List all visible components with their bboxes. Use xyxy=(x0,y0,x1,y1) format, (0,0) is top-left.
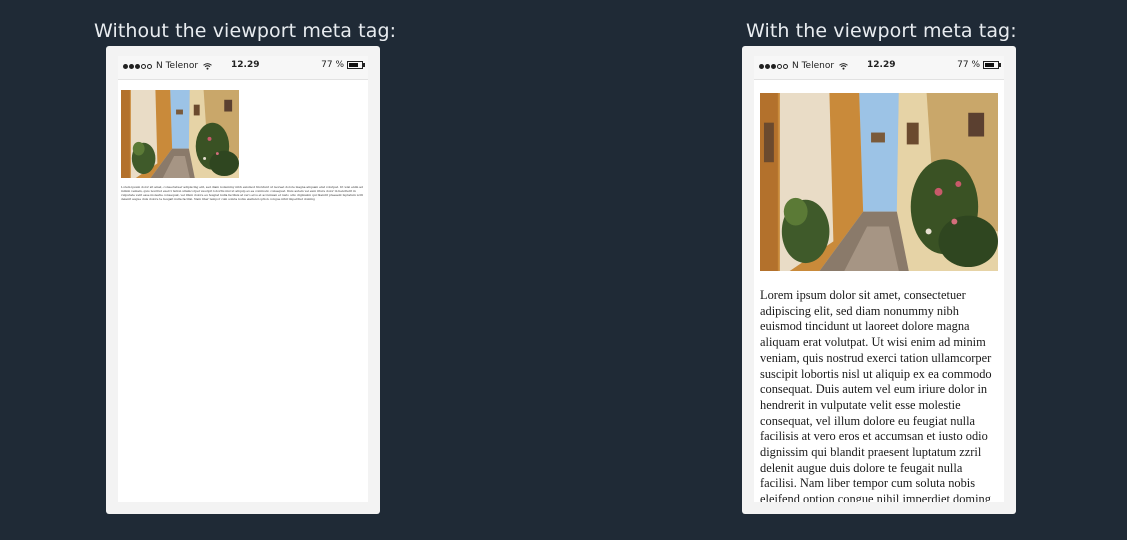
signal-dot-icon xyxy=(135,63,140,69)
signal-dot-icon xyxy=(759,63,764,69)
battery-indicator: 77 % xyxy=(957,60,1001,70)
clock-time: 12.29 xyxy=(231,60,260,70)
carrier-name: N Telenor xyxy=(792,61,835,71)
signal-dot-icon xyxy=(123,63,128,69)
clock-time: 12.29 xyxy=(867,60,896,70)
carrier-name: N Telenor xyxy=(156,61,199,71)
phone-screen-with-viewport[interactable]: N Telenor 12.29 77 % Lorem ipsum dolor s… xyxy=(754,56,1004,502)
status-bar: N Telenor 12.29 77 % xyxy=(118,56,368,80)
battery-icon xyxy=(347,61,365,69)
caption-without-viewport: Without the viewport meta tag: xyxy=(94,20,397,42)
signal-dot-icon xyxy=(771,63,776,69)
battery-indicator: 77 % xyxy=(321,60,365,70)
phone-frame-with-viewport: N Telenor 12.29 77 % Lorem ipsum dolor s… xyxy=(742,46,1016,514)
wifi-icon xyxy=(203,62,212,70)
signal-indicator: N Telenor xyxy=(759,61,848,71)
signal-dot-empty-icon xyxy=(783,63,788,69)
phone-frame-without-viewport: N Telenor 12.29 77 % Lorem ipsum dolor s… xyxy=(106,46,380,514)
signal-dot-icon xyxy=(129,63,134,69)
wifi-icon xyxy=(839,62,848,70)
battery-icon xyxy=(983,61,1001,69)
signal-dot-empty-icon xyxy=(141,63,146,69)
signal-dot-icon xyxy=(765,63,770,69)
body-text-tiny: Lorem ipsum dolor sit amet, consectetuer… xyxy=(121,185,364,201)
battery-percentage: 77 % xyxy=(321,60,344,70)
battery-percentage: 77 % xyxy=(957,60,980,70)
signal-dot-empty-icon xyxy=(777,63,782,69)
signal-indicator: N Telenor xyxy=(123,61,212,71)
street-photo xyxy=(121,90,239,178)
body-text-readable: Lorem ipsum dolor sit amet, consectetuer… xyxy=(760,288,992,502)
street-photo xyxy=(760,93,998,271)
caption-with-viewport: With the viewport meta tag: xyxy=(746,20,1017,42)
signal-dot-empty-icon xyxy=(147,63,152,69)
status-bar: N Telenor 12.29 77 % xyxy=(754,56,1004,80)
phone-screen-without-viewport: N Telenor 12.29 77 % Lorem ipsum dolor s… xyxy=(118,56,368,502)
